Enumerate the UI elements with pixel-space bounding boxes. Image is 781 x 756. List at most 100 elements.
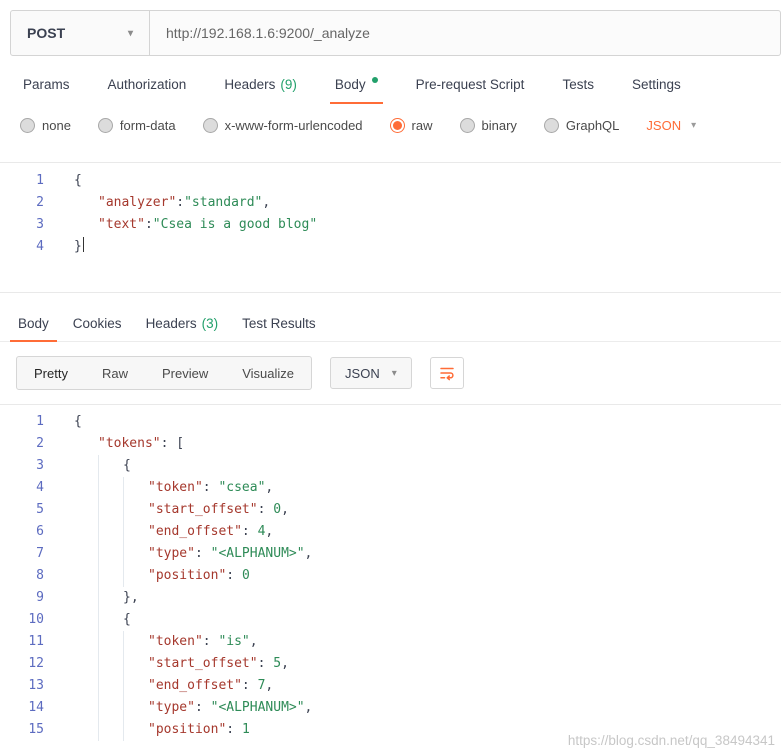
indent-guide (74, 587, 98, 609)
indent-guide (74, 214, 98, 236)
wrap-text-icon (439, 365, 455, 381)
indent-guide (98, 565, 123, 587)
mode-graphql[interactable]: GraphQL (544, 118, 619, 133)
indent-guide (74, 609, 98, 631)
chevron-down-icon: ▾ (128, 28, 133, 39)
tab-params[interactable]: Params (4, 64, 89, 104)
indent-guide (123, 499, 148, 521)
radio-icon (98, 118, 113, 133)
radio-icon (20, 118, 35, 133)
response-view-switcher: Pretty Raw Preview Visualize (16, 356, 312, 390)
response-tab-headers[interactable]: Headers(3) (134, 305, 231, 341)
indent-guide (123, 631, 148, 653)
mode-binary[interactable]: binary (460, 118, 517, 133)
code-line: 11"token": "is", (0, 631, 781, 653)
mode-x-www-form-urlencoded[interactable]: x-www-form-urlencoded (203, 118, 363, 133)
chevron-down-icon: ▾ (392, 368, 397, 379)
indent-guide (98, 675, 123, 697)
code-text: "text":"Csea is a good blog" (52, 214, 317, 236)
request-body-editor[interactable]: 1{2"analyzer":"standard",3"text":"Csea i… (0, 162, 781, 293)
code-line: 2"analyzer":"standard", (0, 192, 781, 214)
response-tab-body[interactable]: Body (6, 305, 61, 341)
code-line: 4"token": "csea", (0, 477, 781, 499)
indent-guide (98, 455, 123, 477)
line-number: 9 (0, 587, 52, 609)
indent-guide (98, 587, 123, 609)
indent-guide (98, 499, 123, 521)
radio-selected-icon (390, 118, 405, 133)
indent-guide (74, 433, 98, 455)
indent-guide (74, 543, 98, 565)
indent-guide (98, 521, 123, 543)
tab-authorization[interactable]: Authorization (89, 64, 206, 104)
line-number: 4 (0, 477, 52, 499)
response-tabs: Body Cookies Headers(3) Test Results (0, 305, 781, 342)
line-number: 7 (0, 543, 52, 565)
view-visualize[interactable]: Visualize (225, 357, 311, 389)
line-number: 5 (0, 499, 52, 521)
indent-guide (98, 653, 123, 675)
response-language-selector[interactable]: JSON ▾ (330, 357, 412, 389)
code-text: "end_offset": 4, (52, 521, 273, 543)
indent-guide (123, 719, 148, 741)
method-selector[interactable]: POST ▾ (10, 10, 150, 56)
line-number: 3 (0, 455, 52, 477)
code-line: 15"position": 1 (0, 719, 781, 741)
radio-icon (203, 118, 218, 133)
indent-guide (123, 697, 148, 719)
tab-settings[interactable]: Settings (613, 64, 700, 104)
indent-guide (123, 675, 148, 697)
raw-language-selector[interactable]: JSON ▾ (646, 118, 696, 133)
indent-guide (98, 719, 123, 741)
line-number: 6 (0, 521, 52, 543)
mode-raw[interactable]: raw (390, 118, 433, 133)
tab-pre-request-script[interactable]: Pre-request Script (397, 64, 544, 104)
indent-guide (74, 631, 98, 653)
code-line: 7"type": "<ALPHANUM>", (0, 543, 781, 565)
line-number: 1 (0, 411, 52, 433)
indent-guide (74, 719, 98, 741)
indent-guide (98, 631, 123, 653)
line-number: 3 (0, 214, 52, 236)
code-line: 5"start_offset": 0, (0, 499, 781, 521)
line-number: 12 (0, 653, 52, 675)
code-line: 4} (0, 236, 781, 258)
mode-form-data[interactable]: form-data (98, 118, 176, 133)
response-tab-cookies[interactable]: Cookies (61, 305, 134, 341)
tab-headers[interactable]: Headers(9) (205, 64, 316, 104)
line-number: 15 (0, 719, 52, 741)
code-text: }, (52, 587, 139, 609)
view-preview[interactable]: Preview (145, 357, 225, 389)
tab-tests[interactable]: Tests (543, 64, 613, 104)
code-text: "analyzer":"standard", (52, 192, 270, 214)
line-number: 4 (0, 236, 52, 258)
indent-guide (98, 697, 123, 719)
code-line: 2"tokens": [ (0, 433, 781, 455)
indent-guide (123, 543, 148, 565)
line-number: 8 (0, 565, 52, 587)
indent-guide (74, 697, 98, 719)
view-pretty[interactable]: Pretty (17, 357, 85, 389)
mode-none[interactable]: none (20, 118, 71, 133)
tab-body[interactable]: Body (316, 64, 397, 104)
response-body-editor[interactable]: 1{2"tokens": [3{4"token": "csea",5"start… (0, 404, 781, 741)
indent-guide (123, 653, 148, 675)
line-number: 1 (0, 170, 52, 192)
code-text: "start_offset": 0, (52, 499, 289, 521)
indent-guide (98, 477, 123, 499)
chevron-down-icon: ▾ (691, 120, 696, 131)
code-text: "position": 1 (52, 719, 250, 741)
indent-guide (98, 543, 123, 565)
url-text: http://192.168.1.6:9200/_analyze (166, 25, 370, 41)
code-text: { (52, 170, 82, 192)
line-number: 2 (0, 192, 52, 214)
response-tab-test-results[interactable]: Test Results (230, 305, 328, 341)
wrap-text-button[interactable] (430, 357, 464, 389)
code-line: 1{ (0, 170, 781, 192)
view-raw[interactable]: Raw (85, 357, 145, 389)
indent-guide (123, 565, 148, 587)
indent-guide (74, 521, 98, 543)
code-text: "token": "is", (52, 631, 258, 653)
code-text: "start_offset": 5, (52, 653, 289, 675)
url-input[interactable]: http://192.168.1.6:9200/_analyze (150, 10, 781, 56)
